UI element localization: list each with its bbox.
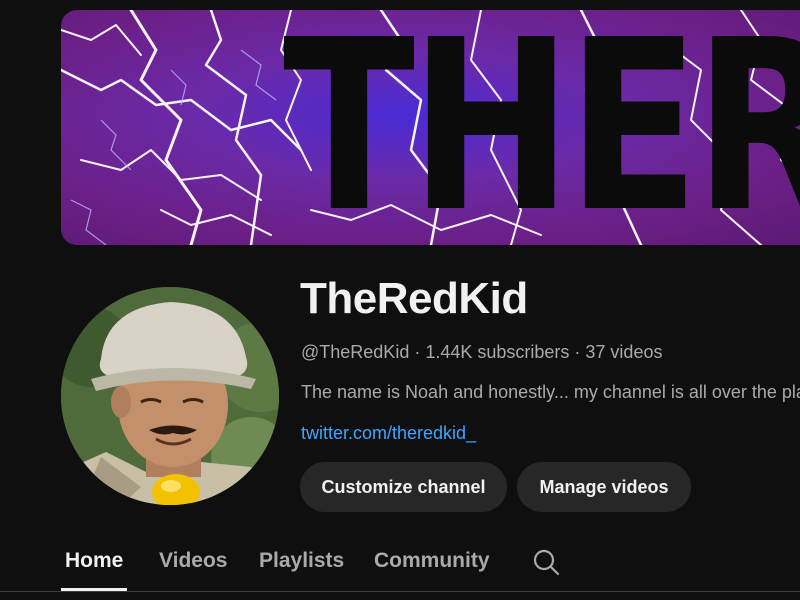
video-count[interactable]: 37 videos — [585, 342, 662, 362]
channel-tabs: Home Videos Playlists Community — [0, 540, 800, 600]
meta-separator: · — [574, 342, 581, 362]
channel-handle: @TheRedKid — [301, 342, 410, 362]
tabs-divider — [0, 591, 800, 592]
channel-meta: @TheRedKid · 1.44K subscribers · 37 videos — [301, 342, 662, 363]
tab-home[interactable]: Home — [65, 549, 123, 573]
tab-community[interactable]: Community — [374, 549, 490, 573]
channel-name: TheRedKid — [300, 274, 528, 323]
meta-separator: · — [414, 342, 421, 362]
banner-title-text: THERE — [283, 10, 800, 245]
customize-channel-button[interactable]: Customize channel — [300, 462, 507, 512]
channel-description[interactable]: The name is Noah and honestly... my chan… — [301, 382, 800, 403]
channel-banner: THERE — [61, 10, 800, 245]
subscriber-count: 1.44K subscribers — [425, 342, 570, 362]
search-icon[interactable] — [532, 548, 560, 576]
channel-link[interactable]: twitter.com/theredkid_ — [301, 423, 476, 444]
tab-videos[interactable]: Videos — [159, 549, 227, 573]
tab-playlists[interactable]: Playlists — [259, 549, 344, 573]
avatar-photo — [61, 287, 279, 505]
channel-avatar[interactable] — [61, 287, 279, 505]
manage-videos-button[interactable]: Manage videos — [517, 462, 691, 512]
